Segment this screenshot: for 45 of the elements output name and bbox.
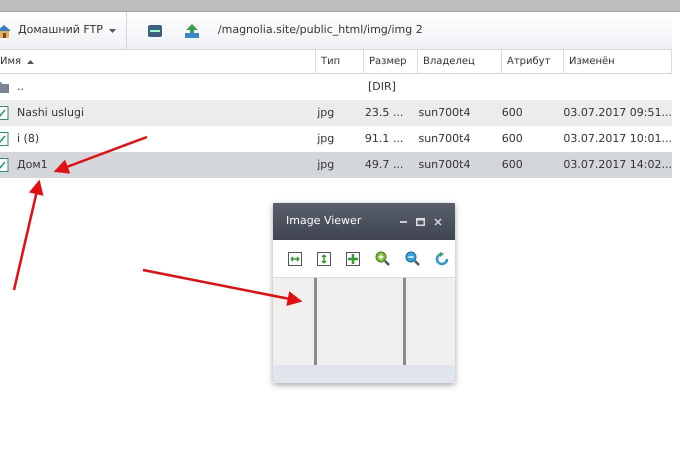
upload-folder-icon[interactable]	[184, 24, 200, 38]
type-cell: jpg	[317, 132, 334, 145]
location-dropdown[interactable]: Домашний FTP	[0, 12, 127, 49]
window-title: Image Viewer	[286, 213, 362, 230]
column-header[interactable]: Размер	[364, 50, 418, 73]
size-cell: 49.7 ...	[364, 158, 404, 171]
owner-cell: sun700t4	[418, 106, 470, 119]
size-cell: [DIR]	[368, 80, 396, 93]
column-header[interactable]: Изменён	[564, 50, 672, 73]
file-row[interactable]: Дом1 jpg 49.7 ... sun700t4 600 03.07.2017 14:02...	[0, 152, 672, 178]
minimize-icon[interactable]	[400, 220, 407, 222]
zoom-in-icon[interactable]	[375, 251, 390, 266]
path-text: /magnolia.site/public_html/img/img 2	[218, 22, 423, 38]
fit-both-icon[interactable]	[346, 252, 360, 266]
modified-cell: 03.07.2017 14:02...	[563, 158, 672, 171]
zoom-out-icon[interactable]	[405, 251, 420, 266]
attribute-cell: 600	[502, 132, 523, 145]
file-name: Nashi uslugi	[17, 104, 84, 121]
modified-cell: 03.07.2017 10:01...	[563, 132, 672, 145]
column-header[interactable]: Владелец	[418, 50, 502, 73]
attribute-cell: 600	[502, 158, 523, 171]
file-name: Дом1	[17, 156, 48, 173]
home-icon	[0, 22, 12, 38]
caret-icon	[108, 28, 116, 32]
fit-height-icon[interactable]	[317, 252, 331, 266]
column-header[interactable]: Атрибут	[502, 50, 564, 73]
modified-cell: 03.07.2017 09:51...	[563, 106, 672, 119]
owner-cell: sun700t4	[418, 158, 470, 171]
maximize-icon[interactable]	[416, 218, 425, 226]
size-cell: 91.1 ...	[364, 132, 404, 145]
file-row[interactable]: Nashi uslugi jpg 23.5 ... sun700t4 600 03.07.2017 09:51...	[0, 100, 672, 126]
owner-cell: sun700t4	[418, 132, 470, 145]
column-header[interactable]: Имя	[0, 50, 316, 73]
rotate-icon[interactable]	[435, 252, 449, 266]
type-cell: jpg	[317, 158, 334, 171]
attribute-cell: 600	[502, 106, 523, 119]
file-name: i (8)	[17, 130, 40, 147]
close-icon[interactable]	[434, 218, 442, 226]
drive-icon[interactable]	[146, 24, 163, 38]
file-name: ..	[17, 78, 24, 95]
fit-width-icon[interactable]	[288, 252, 302, 266]
column-header[interactable]: Тип	[316, 50, 364, 73]
sort-ascending-icon	[27, 60, 34, 64]
size-cell: 23.5 ...	[364, 106, 404, 119]
type-cell: jpg	[317, 106, 334, 119]
